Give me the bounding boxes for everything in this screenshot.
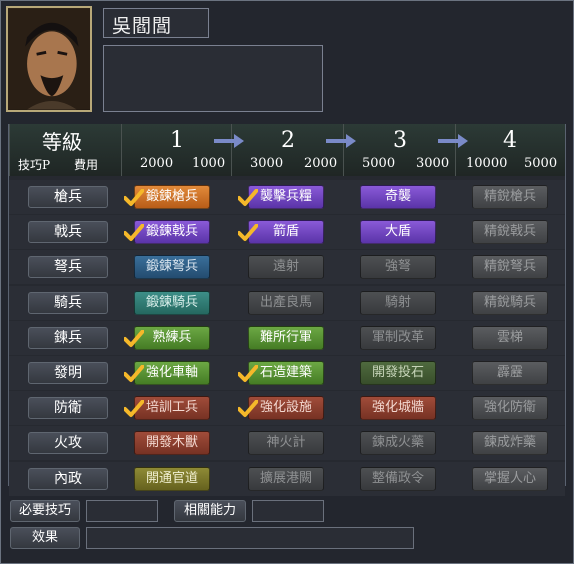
stage-header-4: 4 10000 5000: [455, 124, 565, 176]
stage-number: 2: [281, 128, 295, 153]
stage-skill-points: 2000: [140, 156, 174, 171]
tech-button[interactable]: 精銳弩兵: [472, 255, 548, 279]
tech-button[interactable]: 石造建築: [248, 361, 324, 385]
stage-cost: 3000: [416, 156, 450, 171]
tech-button[interactable]: 雲梯: [472, 326, 548, 350]
required-skill-label: 必要技巧: [10, 500, 80, 522]
tech-button[interactable]: 精銳騎兵: [472, 291, 548, 315]
officer-name: 吳閻閭: [103, 8, 209, 38]
stage-cost: 1000: [192, 156, 226, 171]
tech-button[interactable]: 開發投石: [360, 361, 436, 385]
tech-button[interactable]: 整備政令: [360, 467, 436, 491]
tech-button[interactable]: 強化設施: [248, 396, 324, 420]
checkmark-icon: [238, 224, 258, 241]
tech-button[interactable]: 強化防衛: [472, 396, 548, 420]
row-label: 戟兵: [28, 221, 108, 243]
stage-skill-points: 3000: [250, 156, 284, 171]
stage-skill-points: 5000: [362, 156, 396, 171]
tech-button[interactable]: 出產良馬: [248, 291, 324, 315]
checkmark-icon: [124, 330, 144, 347]
stage-number: 3: [393, 128, 407, 153]
row-label: 騎兵: [28, 292, 108, 314]
tech-button[interactable]: 強弩: [360, 255, 436, 279]
tech-button[interactable]: 難所行軍: [248, 326, 324, 350]
tech-button[interactable]: 培訓工兵: [134, 396, 210, 420]
checkmark-icon: [124, 189, 144, 206]
tech-button[interactable]: 鍛鍊槍兵: [134, 185, 210, 209]
tech-button[interactable]: 擴展港闕: [248, 467, 324, 491]
row-label: 內政: [28, 468, 108, 490]
tech-button[interactable]: 軍制改革: [360, 326, 436, 350]
tech-button[interactable]: 騎射: [360, 291, 436, 315]
stage-skill-points: 10000: [466, 156, 508, 171]
row-label: 發明: [28, 362, 108, 384]
tech-button[interactable]: 鍛鍊弩兵: [134, 255, 210, 279]
header-level-cell: 等級 技巧P 費用: [9, 124, 121, 176]
effect-field: [86, 527, 414, 549]
tech-button[interactable]: 鍛鍊騎兵: [134, 291, 210, 315]
row-label: 防衛: [28, 397, 108, 419]
stage-number: 4: [503, 128, 517, 153]
checkmark-icon: [238, 365, 258, 382]
row-label: 弩兵: [28, 256, 108, 278]
required-skill-field: [86, 500, 158, 522]
tech-button[interactable]: 襲擊兵糧: [248, 185, 324, 209]
header-cost-label: 費用: [74, 158, 99, 172]
stage-cost: 2000: [304, 156, 338, 171]
tech-button[interactable]: 強化城牆: [360, 396, 436, 420]
arrow-right-icon: [214, 134, 244, 148]
tech-button[interactable]: 開發木獸: [134, 431, 210, 455]
stage-header-3: 3 5000 3000: [343, 124, 455, 176]
tech-button[interactable]: 熟練兵: [134, 326, 210, 350]
header-title: 等級: [42, 130, 82, 154]
stage-cost: 5000: [524, 156, 558, 171]
row-label: 鍊兵: [28, 327, 108, 349]
related-ability-field: [252, 500, 324, 522]
arrow-right-icon: [438, 134, 468, 148]
stage-header-2: 2 3000 2000: [231, 124, 343, 176]
tech-button[interactable]: 開通官道: [134, 467, 210, 491]
stage-header-1: 1 2000 1000: [121, 124, 231, 176]
tech-button[interactable]: 精銳槍兵: [472, 185, 548, 209]
tech-button[interactable]: 奇襲: [360, 185, 436, 209]
officer-description: [103, 45, 323, 112]
tech-button[interactable]: 精銳戟兵: [472, 220, 548, 244]
tech-button[interactable]: 大盾: [360, 220, 436, 244]
stage-number: 1: [170, 128, 184, 153]
tech-button[interactable]: 遠射: [248, 255, 324, 279]
tech-button[interactable]: 掌握人心: [472, 467, 548, 491]
tech-button[interactable]: 鍊成炸藥: [472, 431, 548, 455]
row-label: 槍兵: [28, 186, 108, 208]
checkmark-icon: [238, 189, 258, 206]
tech-button[interactable]: 強化車軸: [134, 361, 210, 385]
tech-button[interactable]: 鍛鍊戟兵: [134, 220, 210, 244]
checkmark-icon: [238, 400, 258, 417]
checkmark-icon: [124, 365, 144, 382]
tech-button[interactable]: 神火計: [248, 431, 324, 455]
header-skill-points-label: 技巧P: [18, 158, 51, 172]
tech-button[interactable]: 霹靂: [472, 361, 548, 385]
tech-button[interactable]: 鍊成火藥: [360, 431, 436, 455]
row-label: 火攻: [28, 432, 108, 454]
related-ability-label: 相關能力: [174, 500, 246, 522]
arrow-right-icon: [326, 134, 356, 148]
checkmark-icon: [124, 224, 144, 241]
tech-button[interactable]: 箭盾: [248, 220, 324, 244]
officer-portrait: [6, 6, 92, 112]
effect-label: 效果: [10, 527, 80, 549]
checkmark-icon: [124, 400, 144, 417]
